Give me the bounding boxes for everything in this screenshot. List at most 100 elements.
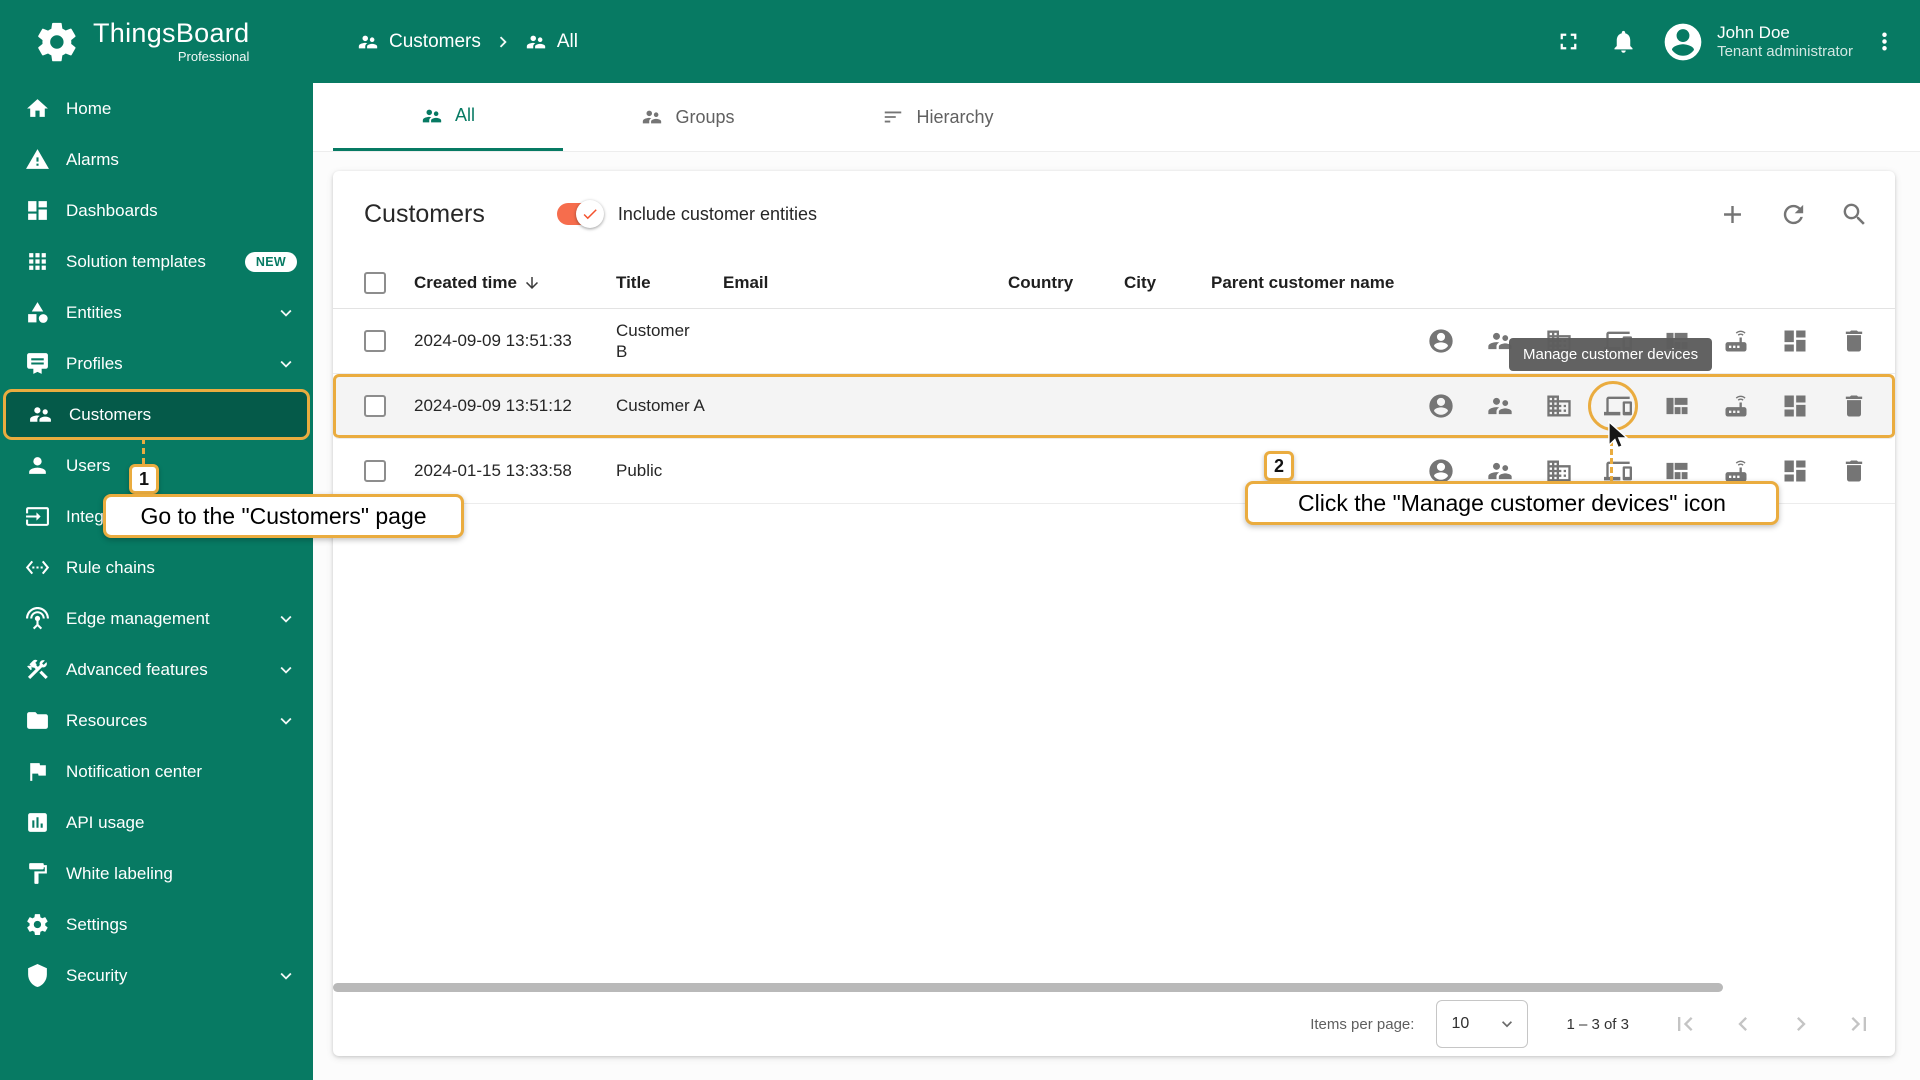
fullscreen-icon <box>1555 28 1582 55</box>
include-entities-toggle[interactable]: Include customer entities <box>556 200 817 228</box>
gear-icon <box>25 912 50 937</box>
trash-icon <box>1840 327 1868 355</box>
annotation-connector-1 <box>142 438 145 464</box>
manage-edge-instances-button[interactable] <box>1722 392 1750 420</box>
first-page-icon <box>1671 1010 1699 1038</box>
cell-created-time: 2024-01-15 13:33:58 <box>414 461 572 480</box>
paginator-nav <box>1671 1010 1873 1038</box>
row-checkbox[interactable] <box>364 460 386 482</box>
add-customer-button[interactable] <box>1718 200 1747 229</box>
sidebar-item-settings[interactable]: Settings <box>0 899 313 950</box>
panel-actions <box>1718 200 1895 229</box>
last-page-button[interactable] <box>1845 1010 1873 1038</box>
chevron-right-icon <box>1787 1010 1815 1038</box>
select-all-checkbox[interactable] <box>364 271 386 294</box>
sidebar-item-rule-chains[interactable]: Rule chains <box>0 542 313 593</box>
avatar[interactable] <box>1661 20 1705 64</box>
table-row-highlighted[interactable]: 2024-09-09 13:51:12 Customer A <box>333 374 1895 439</box>
refresh-button[interactable] <box>1779 200 1808 229</box>
sidebar-item-notification-center[interactable]: Notification center <box>0 746 313 797</box>
column-email[interactable]: Email <box>723 273 1008 293</box>
row-checkbox[interactable] <box>364 395 386 417</box>
sidebar-item-label: Users <box>66 455 111 475</box>
items-per-page-value: 10 <box>1451 1015 1470 1032</box>
customers-icon <box>28 402 53 427</box>
sidebar-item-security[interactable]: Security <box>0 950 313 1001</box>
breadcrumb-customers[interactable]: Customers <box>357 31 481 53</box>
column-title[interactable]: Title <box>616 273 723 293</box>
breadcrumb-label: Customers <box>389 30 481 52</box>
next-page-button[interactable] <box>1787 1010 1815 1038</box>
sidebar-item-label: Customers <box>69 404 152 424</box>
sidebar-item-edge-management[interactable]: Edge management <box>0 593 313 644</box>
cell-title: Public <box>616 461 663 481</box>
items-per-page-select[interactable]: 10 <box>1436 1000 1529 1048</box>
search-button[interactable] <box>1840 200 1869 229</box>
manage-entity-views-button[interactable] <box>1663 392 1691 420</box>
tab-all[interactable]: All <box>333 83 563 151</box>
sidebar-item-entities[interactable]: Entities <box>0 287 313 338</box>
sidebar-item-solution-templates[interactable]: Solution templates NEW <box>0 236 313 287</box>
delete-button[interactable] <box>1840 327 1868 355</box>
logo-title: ThingsBoard <box>93 18 250 49</box>
delete-button[interactable] <box>1840 392 1868 420</box>
first-page-button[interactable] <box>1671 1010 1699 1038</box>
items-per-page-label: Items per page: <box>1310 1015 1415 1033</box>
sidebar-item-home[interactable]: Home <box>0 83 313 134</box>
manage-users-button[interactable] <box>1427 327 1455 355</box>
column-created-time[interactable]: Created time <box>414 273 616 293</box>
tab-hierarchy[interactable]: Hierarchy <box>813 83 1063 151</box>
sidebar-item-label: Notification center <box>66 761 203 781</box>
delete-button[interactable] <box>1840 457 1868 485</box>
check-icon <box>581 205 599 223</box>
thingsboard-logo[interactable]: ThingsBoard Professional <box>0 19 313 65</box>
sidebar-item-customers[interactable]: Customers <box>3 389 310 440</box>
column-country[interactable]: Country <box>1008 273 1124 293</box>
sidebar-item-api-usage[interactable]: API usage <box>0 797 313 848</box>
notifications-button[interactable] <box>1610 28 1637 55</box>
tab-label: All <box>454 105 475 125</box>
row-checkbox[interactable] <box>364 330 386 352</box>
sort-arrow-down-icon <box>523 274 541 292</box>
sidebar-item-resources[interactable]: Resources <box>0 695 313 746</box>
sidebar-item-label: White labeling <box>66 863 173 883</box>
last-page-icon <box>1845 1010 1873 1038</box>
column-parent-customer-name[interactable]: Parent customer name <box>1211 273 1410 293</box>
more-menu-button[interactable] <box>1871 28 1898 55</box>
fullscreen-button[interactable] <box>1555 28 1582 55</box>
sidebar-item-dashboards[interactable]: Dashboards <box>0 185 313 236</box>
sidebar-item-profiles[interactable]: Profiles <box>0 338 313 389</box>
sidebar-item-alarms[interactable]: Alarms <box>0 134 313 185</box>
manage-edge-instances-button[interactable] <box>1722 327 1750 355</box>
horizontal-scrollbar[interactable] <box>333 983 1723 992</box>
sidebar-item-advanced-features[interactable]: Advanced features <box>0 644 313 695</box>
user-role: Tenant administrator <box>1717 42 1853 60</box>
tab-bar: All Groups Hierarchy <box>313 83 1920 152</box>
account-circle-icon <box>1427 327 1455 355</box>
manage-assets-button[interactable] <box>1545 392 1573 420</box>
manage-customers-button[interactable] <box>1486 392 1514 420</box>
warning-icon <box>25 147 50 172</box>
chevron-down-icon <box>275 710 297 732</box>
sidebar-item-label: Edge management <box>66 608 210 628</box>
sidebar-item-label: Security <box>66 965 128 985</box>
annotation-step-1-text: Go to the "Customers" page <box>103 494 464 538</box>
sidebar-item-white-labeling[interactable]: White labeling <box>0 848 313 899</box>
tooltip-manage-customer-devices: Manage customer devices <box>1509 338 1713 371</box>
previous-page-button[interactable] <box>1729 1010 1757 1038</box>
manage-dashboards-button[interactable] <box>1781 392 1809 420</box>
column-city[interactable]: City <box>1124 273 1211 293</box>
user-name: John Doe <box>1717 22 1790 42</box>
annotation-step-2-number: 2 <box>1264 451 1294 481</box>
manage-dashboards-button[interactable] <box>1781 457 1809 485</box>
manage-users-button[interactable] <box>1427 392 1455 420</box>
breadcrumb-all[interactable]: All <box>525 31 578 53</box>
plus-icon <box>1718 200 1747 229</box>
tab-groups[interactable]: Groups <box>563 83 813 151</box>
sidebar-item-label: Solution templates <box>66 251 206 271</box>
sidebar-item-label: Alarms <box>66 149 119 169</box>
toggle-switch[interactable] <box>556 200 604 228</box>
more-vert-icon <box>1871 28 1898 55</box>
view-quilt-icon <box>1663 392 1691 420</box>
manage-dashboards-button[interactable] <box>1781 327 1809 355</box>
